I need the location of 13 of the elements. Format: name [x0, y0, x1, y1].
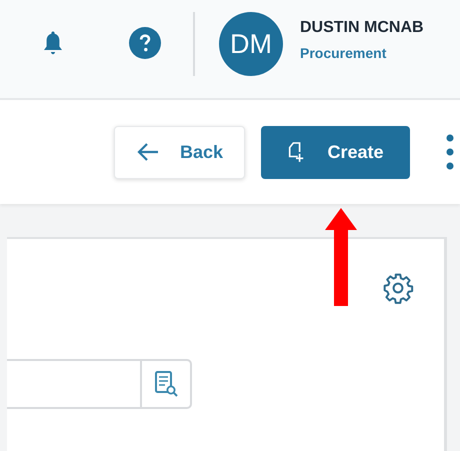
back-button[interactable]: Back: [114, 126, 245, 178]
lookup-button[interactable]: [142, 359, 192, 409]
user-department: Procurement: [300, 45, 388, 61]
create-button[interactable]: Create: [261, 126, 410, 178]
new-page-icon: [287, 141, 306, 163]
document-search-icon: [154, 371, 178, 397]
help-icon[interactable]: [129, 27, 161, 59]
user-avatar[interactable]: DM: [219, 12, 283, 76]
bell-icon[interactable]: [43, 30, 63, 56]
user-name: DUSTIN MCNAB: [300, 19, 424, 37]
settings-icon[interactable]: [382, 272, 414, 304]
more-icon[interactable]: [446, 134, 454, 170]
arrow-left-icon: [136, 142, 160, 162]
